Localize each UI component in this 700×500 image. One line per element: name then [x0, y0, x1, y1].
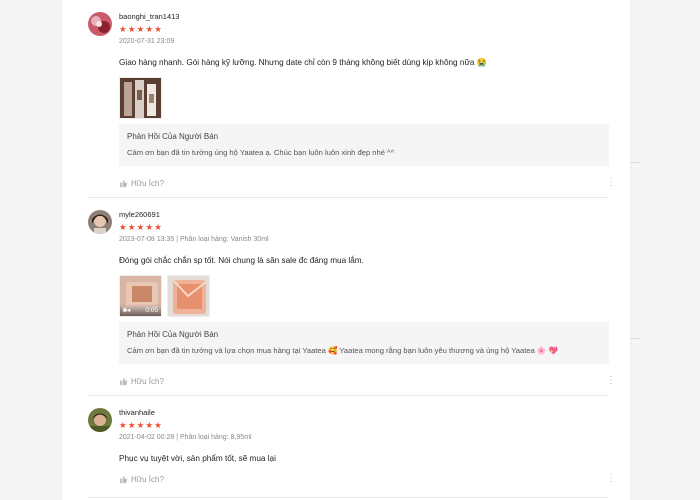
star-rating: ★★★★★ — [119, 420, 164, 430]
star-rating: ★★★★★ — [119, 222, 164, 232]
review-meta: 2021-04-02 00:28 | Phân loại hàng: 8,95m… — [119, 434, 252, 441]
sidebar-divider — [630, 162, 640, 163]
review-photo[interactable] — [119, 77, 162, 119]
username[interactable]: thivanhaile — [119, 408, 252, 418]
video-camera-icon: ■◂ — [123, 307, 131, 314]
review-meta: 2023-07-08 13:35 | Phân loại hàng: Vanis… — [119, 236, 269, 243]
seller-reply-title: Phản Hồi Của Người Bán — [127, 132, 219, 141]
helpful-button[interactable]: Hữu Ích? — [119, 475, 164, 484]
thumbs-up-icon — [119, 179, 128, 188]
review-item: myle260691 ★★★★★ 2023-07-08 13:35 | Phân… — [88, 210, 616, 396]
thumbs-up-icon — [119, 377, 128, 386]
review-video[interactable]: ■◂ 0:05 — [119, 275, 162, 317]
avatar[interactable] — [88, 12, 112, 36]
review-meta: 2020-07-31 23:09 — [119, 38, 175, 45]
helpful-label: Hữu Ích? — [131, 377, 164, 386]
helpful-label: Hữu Ích? — [131, 475, 164, 484]
seller-reply-title: Phản Hồi Của Người Bán — [127, 330, 219, 339]
review-photo[interactable] — [167, 275, 210, 317]
sidebar-divider — [630, 338, 640, 339]
more-vertical-icon[interactable]: ⋮ — [606, 178, 616, 188]
helpful-label: Hữu Ích? — [131, 179, 164, 188]
video-duration: 0:05 — [145, 306, 158, 314]
seller-reply-text: Cảm ơn bạn đã tin tưởng và lựa chọn mua … — [127, 346, 558, 355]
username[interactable]: baonghi_tran1413 — [119, 12, 179, 22]
star-rating: ★★★★★ — [119, 24, 164, 34]
more-vertical-icon[interactable]: ⋮ — [606, 474, 616, 484]
username[interactable]: myle260691 — [119, 210, 269, 220]
seller-reply-text: Cảm ơn bạn đã tin tưởng ủng hộ Yaatea ạ.… — [127, 148, 395, 157]
review-comment: Đóng gói chắc chắn sp tốt. Nói chung là … — [119, 256, 364, 265]
seller-reply: Phản Hồi Của Người Bán Cảm ơn bạn đã tin… — [119, 322, 609, 364]
reviews-panel: baonghi_tran1413 ★★★★★ 2020-07-31 23:09 … — [62, 0, 630, 500]
helpful-button[interactable]: Hữu Ích? — [119, 179, 164, 188]
review-item: thivanhaile ★★★★★ 2021-04-02 00:28 | Phâ… — [88, 408, 616, 498]
helpful-button[interactable]: Hữu Ích? — [119, 377, 164, 386]
review-item: baonghi_tran1413 ★★★★★ 2020-07-31 23:09 … — [88, 12, 616, 198]
review-comment: Phục vụ tuyệt vời, sản phẩm tốt, sẽ mua … — [119, 454, 276, 463]
more-vertical-icon[interactable]: ⋮ — [606, 376, 616, 386]
review-comment: Giao hàng nhanh. Gói hàng kỹ lưỡng. Nhưn… — [119, 58, 487, 67]
avatar[interactable] — [88, 408, 112, 432]
avatar[interactable] — [88, 210, 112, 234]
thumbs-up-icon — [119, 475, 128, 484]
seller-reply: Phản Hồi Của Người Bán Cảm ơn bạn đã tin… — [119, 124, 609, 166]
